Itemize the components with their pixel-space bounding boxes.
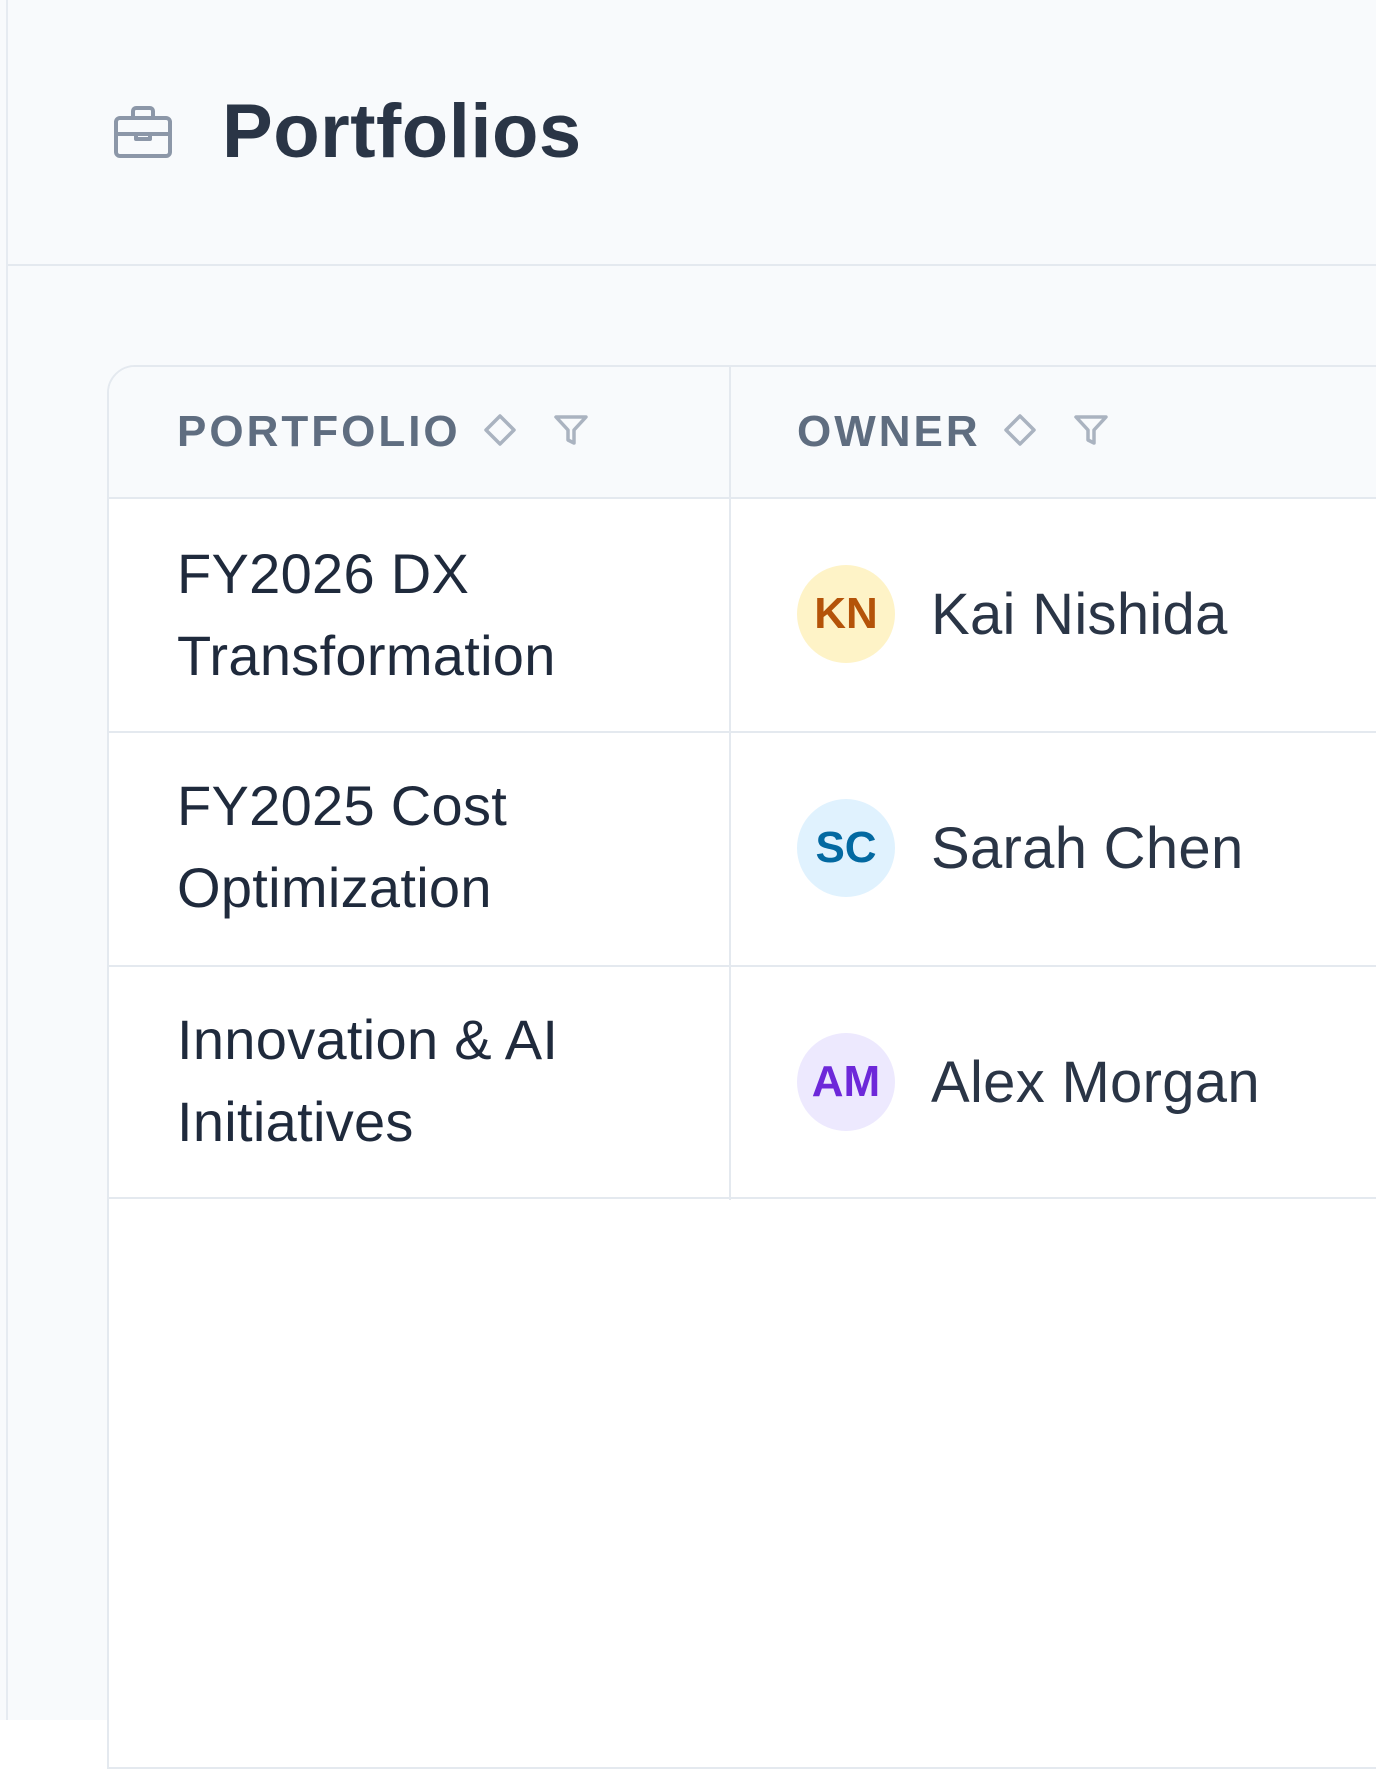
table-row[interactable]: FY2026 DX Transformation KN Kai Nishida — [109, 499, 1376, 733]
filter-icon[interactable] — [553, 413, 589, 452]
app-frame: Portfolios PORTFOLIO OWNER FY2026 DX Tra… — [0, 0, 1376, 1769]
owner-name: Kai Nishida — [931, 581, 1228, 647]
portfolio-name-line: Transformation — [177, 624, 556, 687]
table-row[interactable]: FY2025 Cost Optimization SC Sarah Chen — [109, 733, 1376, 967]
owner-name: Alex Morgan — [931, 1049, 1260, 1115]
column-header-label: PORTFOLIO — [177, 407, 461, 456]
owner-cell: SC Sarah Chen — [797, 799, 1244, 897]
portfolio-name[interactable]: Innovation & AI Initiatives — [177, 999, 697, 1163]
owner-cell: AM Alex Morgan — [797, 1033, 1260, 1131]
page-title: Portfolios — [222, 89, 582, 174]
portfolio-name-line: Initiatives — [177, 1090, 414, 1153]
avatar: SC — [797, 799, 895, 897]
avatar: KN — [797, 565, 895, 663]
column-header-portfolio[interactable]: PORTFOLIO — [177, 367, 589, 497]
briefcase-icon — [112, 104, 174, 160]
portfolio-name-line: Innovation & AI — [177, 1008, 559, 1071]
column-header-label: OWNER — [797, 407, 981, 456]
portfolios-table: PORTFOLIO OWNER FY2026 DX Transformation… — [107, 365, 1376, 1769]
table-row[interactable]: Innovation & AI Initiatives AM Alex Morg… — [109, 967, 1376, 1199]
owner-name: Sarah Chen — [931, 815, 1244, 881]
avatar: AM — [797, 1033, 895, 1131]
table-header-row: PORTFOLIO OWNER — [109, 367, 1376, 499]
portfolio-name[interactable]: FY2025 Cost Optimization — [177, 765, 697, 929]
sort-icon[interactable] — [483, 413, 517, 452]
owner-cell: KN Kai Nishida — [797, 565, 1228, 663]
filter-icon[interactable] — [1073, 413, 1109, 452]
sort-icon[interactable] — [1003, 413, 1037, 452]
portfolio-name-line: FY2025 Cost — [177, 774, 508, 837]
portfolio-name-line: Optimization — [177, 856, 492, 919]
portfolio-name-line: FY2026 DX — [177, 542, 470, 605]
column-header-owner[interactable]: OWNER — [797, 367, 1109, 497]
portfolio-name[interactable]: FY2026 DX Transformation — [177, 533, 697, 697]
page-header: Portfolios — [8, 0, 1376, 266]
